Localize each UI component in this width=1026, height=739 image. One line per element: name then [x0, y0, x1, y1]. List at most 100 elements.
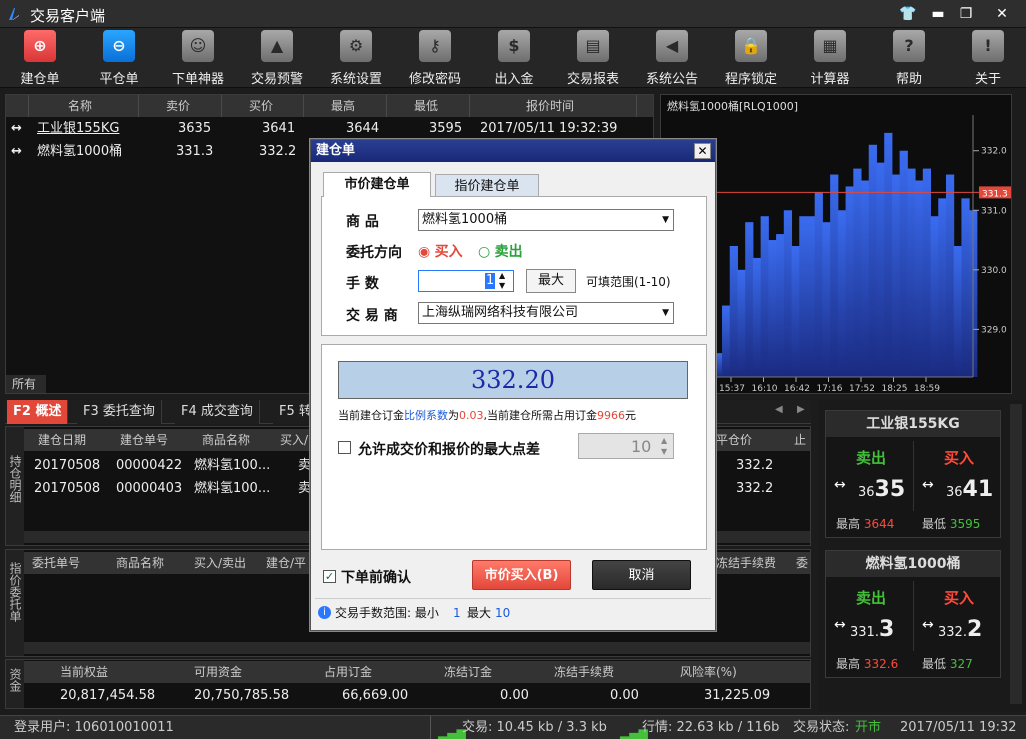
col-sell[interactable]: 卖价	[166, 95, 190, 117]
chevron-down-icon[interactable]: ▼	[661, 447, 667, 456]
close-icon[interactable]: ✕	[992, 4, 1012, 24]
category-tab-all[interactable]: 所有	[6, 375, 46, 393]
cards-scrollbar[interactable]	[1010, 404, 1022, 704]
card-buy-price: 332.2	[938, 617, 983, 642]
toolbar-button-minus-circle[interactable]: ⊖ 平仓单	[84, 30, 154, 87]
tab-trade-query[interactable]: F4 成交查询	[175, 400, 260, 424]
chart-bar	[930, 216, 939, 377]
orders-hscrollbar[interactable]	[24, 642, 810, 654]
quote-row[interactable]: ↔ 工业银155KG 3635 3641 3644 3595 2017/05/1…	[6, 118, 653, 140]
toolbar-button-plus-circle[interactable]: ⊕ 建仓单	[5, 30, 75, 87]
submit-buy-button[interactable]: 市价买入(B)	[472, 560, 571, 590]
buy-radio[interactable]: ◉ 买入	[418, 241, 463, 261]
app-logo-icon	[9, 8, 19, 20]
qty-input[interactable]: 1	[485, 273, 496, 289]
plus-circle-icon: ⊕	[24, 30, 56, 62]
confirm-checkbox[interactable]: ✓	[323, 570, 336, 583]
col-close-price[interactable]: 平仓价	[716, 429, 752, 451]
chart-bar	[822, 222, 831, 377]
fee-range-bar: i 交易手数范围: 最小 1 最大 10	[315, 598, 711, 626]
col-order-dir[interactable]: 买入/卖出	[194, 552, 246, 574]
chevron-down-icon[interactable]: ▼	[499, 281, 505, 290]
quote-name: 燃料氢1000桶	[37, 144, 123, 159]
col-order-no[interactable]: 委托单号	[32, 552, 80, 574]
quote-buy: 3641	[262, 121, 296, 136]
quote-name: 工业银155KG	[37, 121, 120, 136]
col-time[interactable]: 报价时间	[526, 95, 574, 117]
dialog-close-button[interactable]: ✕	[694, 143, 711, 159]
col-order-more[interactable]: 委	[796, 552, 808, 574]
y-tick-label: 332.0	[981, 147, 1007, 157]
col-direction[interactable]: 买入/	[280, 429, 308, 451]
position-close: 332.2	[736, 458, 774, 473]
col-buy[interactable]: 买价	[249, 95, 273, 117]
toolbar-button-question[interactable]: ? 帮助	[874, 30, 944, 87]
card-buy-button[interactable]: 买入 ↔ 332.2	[916, 581, 1002, 651]
max-qty-button[interactable]: 最大	[526, 269, 576, 293]
col-product[interactable]: 商品名称	[202, 429, 250, 451]
toolbar-button-speaker[interactable]: ◀ 系统公告	[637, 30, 707, 87]
chevron-up-icon[interactable]: ▲	[499, 271, 505, 280]
tab-scroll-left-icon[interactable]: ◀	[775, 404, 783, 415]
y-tick-label: 329.0	[981, 325, 1007, 335]
chart-bar	[915, 180, 924, 377]
tab-overview[interactable]: F2 概述	[7, 400, 69, 424]
chart-bar	[938, 198, 947, 377]
chart-bar	[806, 216, 816, 377]
card-low: 最低 327	[922, 657, 973, 671]
x-tick-label: 16:42	[784, 384, 810, 393]
app-title: 交易客户端	[30, 7, 106, 25]
cancel-button[interactable]: 取消	[592, 560, 691, 590]
arrows-icon: ↔	[11, 121, 22, 136]
toolbar-button-report[interactable]: ▤ 交易报表	[558, 30, 628, 87]
toolbar-label: 系统公告	[645, 72, 698, 87]
col-stop[interactable]: 止	[794, 429, 806, 451]
toolbar-button-money-bag[interactable]: $ 出入金	[479, 30, 549, 87]
dealer-select[interactable]: 上海纵瑞网络科技有限公司 ▼	[418, 302, 674, 324]
slippage-checkbox[interactable]	[338, 441, 351, 454]
chart-bar	[845, 186, 854, 377]
col-name[interactable]: 名称	[68, 95, 92, 117]
quote-buy: 332.2	[259, 144, 297, 159]
col-order-open[interactable]: 建仓/平	[266, 552, 306, 574]
col-open-no[interactable]: 建仓单号	[120, 429, 168, 451]
toolbar-button-key[interactable]: ⚷ 修改密码	[400, 30, 470, 87]
toolbar-button-lock[interactable]: 🔒 程序锁定	[716, 30, 786, 87]
tab-limit-order[interactable]: 指价建仓单	[435, 174, 539, 196]
tab-order-query[interactable]: F3 委托查询	[77, 400, 162, 424]
col-high[interactable]: 最高	[331, 95, 355, 117]
product-label: 商 品	[346, 214, 379, 230]
card-high: 最高 3644	[836, 517, 895, 531]
skin-icon[interactable]: 👕	[898, 4, 918, 24]
dealer-label: 交 易 商	[346, 308, 398, 324]
card-buy-button[interactable]: 买入 ↔ 3641	[916, 441, 1002, 511]
card-name: 燃料氢1000桶	[826, 551, 1000, 577]
toolbar-button-gear[interactable]: ⚙ 系统设置	[321, 30, 391, 87]
chart-bar	[837, 210, 847, 377]
toolbar-button-info[interactable]: ! 关于	[953, 30, 1023, 87]
slippage-stepper[interactable]: 10 ▲ ▼	[578, 433, 674, 459]
toolbar-label: 修改密码	[408, 72, 461, 87]
col-low[interactable]: 最低	[414, 95, 438, 117]
tab-market-order[interactable]: 市价建仓单	[323, 172, 431, 197]
card-name: 工业银155KG	[826, 411, 1000, 437]
status-trade-traffic: 交易: 10.45 kb / 3.3 kb	[462, 720, 607, 735]
col-risk: 风险率(%)	[680, 665, 737, 679]
maximize-icon[interactable]: ❐	[956, 4, 976, 24]
minimize-icon[interactable]: ▬	[928, 4, 948, 24]
sell-radio[interactable]: ○ 卖出	[478, 241, 523, 261]
toolbar-button-warning[interactable]: ▲ 交易预警	[242, 30, 312, 87]
tab-scroll-right-icon[interactable]: ▶	[797, 404, 805, 415]
card-sell-button[interactable]: 卖出 ↔ 3635	[828, 441, 914, 511]
toolbar-button-robot[interactable]: ☺ 下单神器	[163, 30, 233, 87]
chart-bar	[945, 174, 955, 377]
chevron-up-icon[interactable]: ▲	[661, 436, 667, 445]
product-select[interactable]: 燃料氢1000桶 ▼	[418, 209, 674, 231]
qty-stepper[interactable]: 1 ▲ ▼	[418, 270, 514, 292]
card-sell-button[interactable]: 卖出 ↔ 331.3	[828, 581, 914, 651]
col-open-date[interactable]: 建仓日期	[38, 429, 86, 451]
col-order-product[interactable]: 商品名称	[116, 552, 164, 574]
chart-bar	[861, 180, 870, 377]
toolbar-button-calculator[interactable]: ▦ 计算器	[795, 30, 865, 87]
col-order-fee[interactable]: 冻结手续费	[716, 552, 776, 574]
